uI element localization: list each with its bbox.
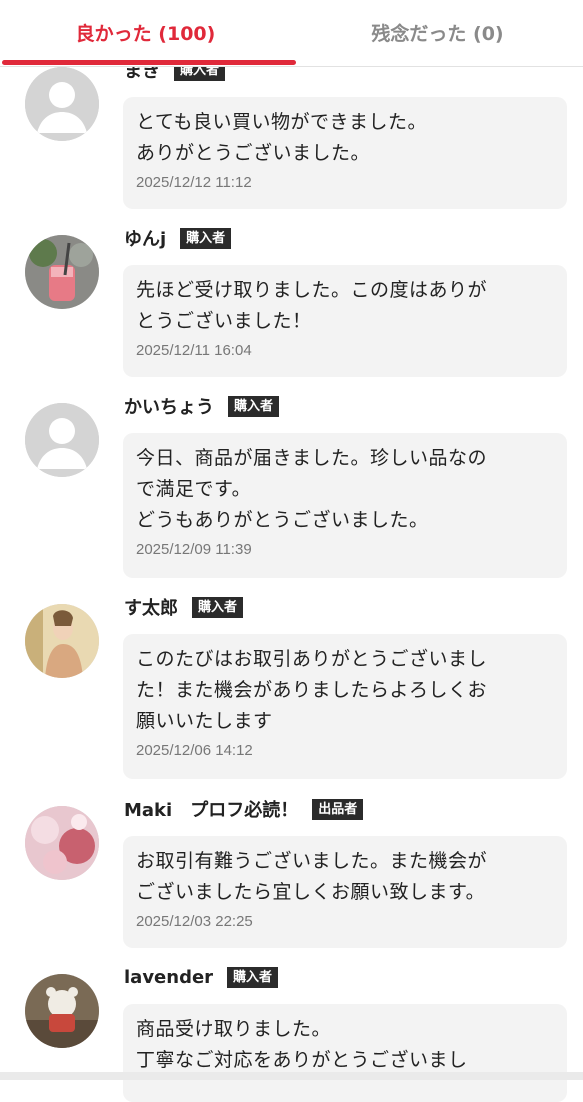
- bottom-divider: [0, 1072, 583, 1080]
- bear-figure-photo-icon[interactable]: [25, 974, 99, 1048]
- reviewer-header: ゆんj 購入者: [124, 225, 232, 251]
- review-message: 先ほど受け取りました。この度はありが とうございました！: [136, 279, 488, 332]
- drink-photo-icon[interactable]: [25, 235, 99, 309]
- review-date: 2025/12/12 11:12: [136, 174, 252, 191]
- review-bubble: 商品受け取りました。 丁寧なご対応をありがとうございまし: [123, 1004, 567, 1102]
- active-tab-indicator: [2, 60, 296, 65]
- reviewer-name[interactable]: ゆんj: [124, 225, 166, 251]
- reviewer-header: Maki プロフ必読！ 出品者: [124, 796, 364, 822]
- reviewer-name[interactable]: lavender: [124, 967, 213, 988]
- reviewer-name[interactable]: Maki プロフ必読！: [124, 796, 298, 822]
- pink-flower-photo-icon[interactable]: [25, 806, 99, 880]
- review-bubble: お取引有難うございました。また機会が ございましたら宜しくお願い致します。 20…: [123, 836, 567, 948]
- reviewer-header: lavender 購入者: [124, 964, 279, 990]
- buyer-badge: 購入者: [180, 227, 232, 249]
- review-message: 商品受け取りました。 丁寧なご対応をありがとうございまし: [136, 1018, 468, 1071]
- review-date: 2025/12/03 22:25: [136, 913, 253, 930]
- buyer-badge: 購入者: [228, 395, 280, 417]
- review-bubble: このたびはお取引ありがとうございまし た！また機会がありましたらよろしくお 願い…: [123, 634, 567, 779]
- review-date: 2025/12/06 14:12: [136, 742, 253, 759]
- portrait-photo-icon[interactable]: [25, 604, 99, 678]
- review-bubble: 今日、商品が届きました。珍しい品なの で満足です。 どうもありがとうございました…: [123, 433, 567, 578]
- review-message: とても良い買い物ができました。 ありがとうございました。: [136, 111, 427, 164]
- default-user-icon[interactable]: [25, 403, 99, 477]
- reviewer-header: かいちょう 購入者: [124, 393, 280, 419]
- review-tab-bar: 良かった (100) 残念だった (0): [0, 0, 583, 67]
- buyer-badge: 購入者: [192, 596, 244, 618]
- default-user-icon[interactable]: [25, 67, 99, 141]
- review-message: お取引有難うございました。また機会が ございましたら宜しくお願い致します。: [136, 850, 488, 903]
- review-date: 2025/12/11 16:04: [136, 342, 252, 359]
- review-message: このたびはお取引ありがとうございまし た！また機会がありましたらよろしくお 願い…: [136, 648, 488, 732]
- reviewer-name[interactable]: かいちょう: [124, 393, 214, 419]
- reviewer-header: す太郎 購入者: [124, 594, 244, 620]
- buyer-badge: 購入者: [227, 966, 279, 988]
- review-bubble: とても良い買い物ができました。 ありがとうございました。 2025/12/12 …: [123, 97, 567, 209]
- review-date: 2025/12/09 11:39: [136, 541, 252, 558]
- reviewer-name[interactable]: す太郎: [124, 594, 178, 620]
- review-message: 今日、商品が届きました。珍しい品なの で満足です。 どうもありがとうございました…: [136, 447, 488, 531]
- tab-bad-reviews[interactable]: 残念だった (0): [292, 0, 583, 64]
- tab-good-reviews[interactable]: 良かった (100): [0, 0, 291, 64]
- review-bubble: 先ほど受け取りました。この度はありが とうございました！ 2025/12/11 …: [123, 265, 567, 377]
- seller-badge: 出品者: [312, 798, 364, 820]
